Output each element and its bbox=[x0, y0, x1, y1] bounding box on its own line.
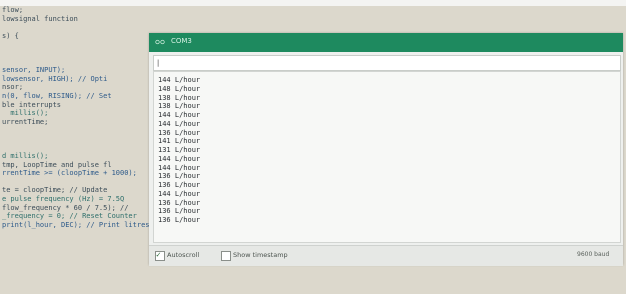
autoscroll-label: Autoscroll bbox=[167, 251, 200, 259]
output-line: 136 L/hour bbox=[158, 181, 201, 189]
output-line: 136 L/hour bbox=[158, 198, 201, 207]
output-line: 144 L/hour bbox=[158, 154, 201, 163]
output-line: 144 L/hour bbox=[158, 163, 201, 172]
serial-monitor-window: COM3 144 L/hour 148 L/hour 138 L/hour 13… bbox=[149, 33, 623, 266]
output-line: 144 L/hour bbox=[158, 119, 201, 128]
code-line: tmp, LoopTime and pulse fl bbox=[2, 160, 112, 169]
code-line: d millis(); bbox=[2, 152, 49, 161]
output-line: 136 L/hour bbox=[158, 172, 201, 181]
code-line: nsor; bbox=[2, 83, 24, 92]
baud-rate-select[interactable]: 9600 baud bbox=[577, 251, 617, 260]
code-line: flow_frequency * 60 / 7.5); // bbox=[2, 203, 129, 212]
code-lines-bottom: flow_frequency * 60 / 7.5); // _frequenc… bbox=[2, 195, 162, 238]
serial-bottom-bar: Autoscroll Show timestamp 9600 baud bbox=[149, 245, 623, 266]
code-line: te = cloopTime; // Update bbox=[2, 186, 108, 195]
autoscroll-checkbox[interactable] bbox=[155, 250, 165, 261]
code-lines: flow; lowsignal function s) { sensor, IN… bbox=[2, 6, 152, 204]
output-line: 136 L/hour bbox=[158, 128, 201, 137]
send-bar bbox=[153, 55, 621, 71]
code-line: print(l_hour, DEC); // Print litres/hour bbox=[2, 220, 162, 229]
output-line: 138 L/hour bbox=[158, 93, 201, 102]
window-title: COM3 bbox=[171, 37, 192, 45]
code-line: rrentTime >= (cloopTime + 1000); bbox=[2, 169, 137, 178]
arduino-logo-icon bbox=[155, 39, 165, 45]
output-line: 136 L/hour bbox=[158, 207, 201, 216]
send-input[interactable] bbox=[156, 57, 596, 68]
code-line: millis(); bbox=[2, 109, 49, 118]
output-line: 144 L/hour bbox=[158, 111, 201, 119]
code-line: lowsignal function bbox=[2, 14, 78, 23]
output-line: 148 L/hour bbox=[158, 84, 201, 93]
code-line: _frequency = 0; // Reset Counter bbox=[2, 212, 137, 221]
code-line: lowsensor, HIGH); // Opti bbox=[2, 74, 108, 83]
output-line: 144 L/hour bbox=[158, 189, 201, 198]
code-line: n(0, flow, RISING); // Set bbox=[2, 91, 112, 100]
output-line: 136 L/hour bbox=[158, 216, 201, 224]
serial-monitor-titlebar[interactable]: COM3 bbox=[149, 33, 623, 52]
output-line: 131 L/hour bbox=[158, 146, 201, 154]
show-timestamp-checkbox[interactable] bbox=[221, 251, 231, 261]
code-line: ble interrupts bbox=[2, 100, 62, 109]
code-line: s) { bbox=[2, 31, 19, 40]
serial-output-lines: 144 L/hour 148 L/hour 138 L/hour 138 L/h… bbox=[158, 76, 200, 225]
serial-output[interactable]: 144 L/hour 148 L/hour 138 L/hour 138 L/h… bbox=[153, 71, 621, 243]
output-line: 144 L/hour bbox=[158, 76, 201, 84]
code-line: flow; bbox=[2, 6, 24, 14]
output-line: 138 L/hour bbox=[158, 102, 201, 111]
show-timestamp-label: Show timestamp bbox=[233, 251, 288, 259]
code-line: urrentTime; bbox=[2, 117, 49, 126]
code-line: sensor, INPUT); bbox=[2, 66, 66, 75]
output-line: 141 L/hour bbox=[158, 137, 201, 146]
